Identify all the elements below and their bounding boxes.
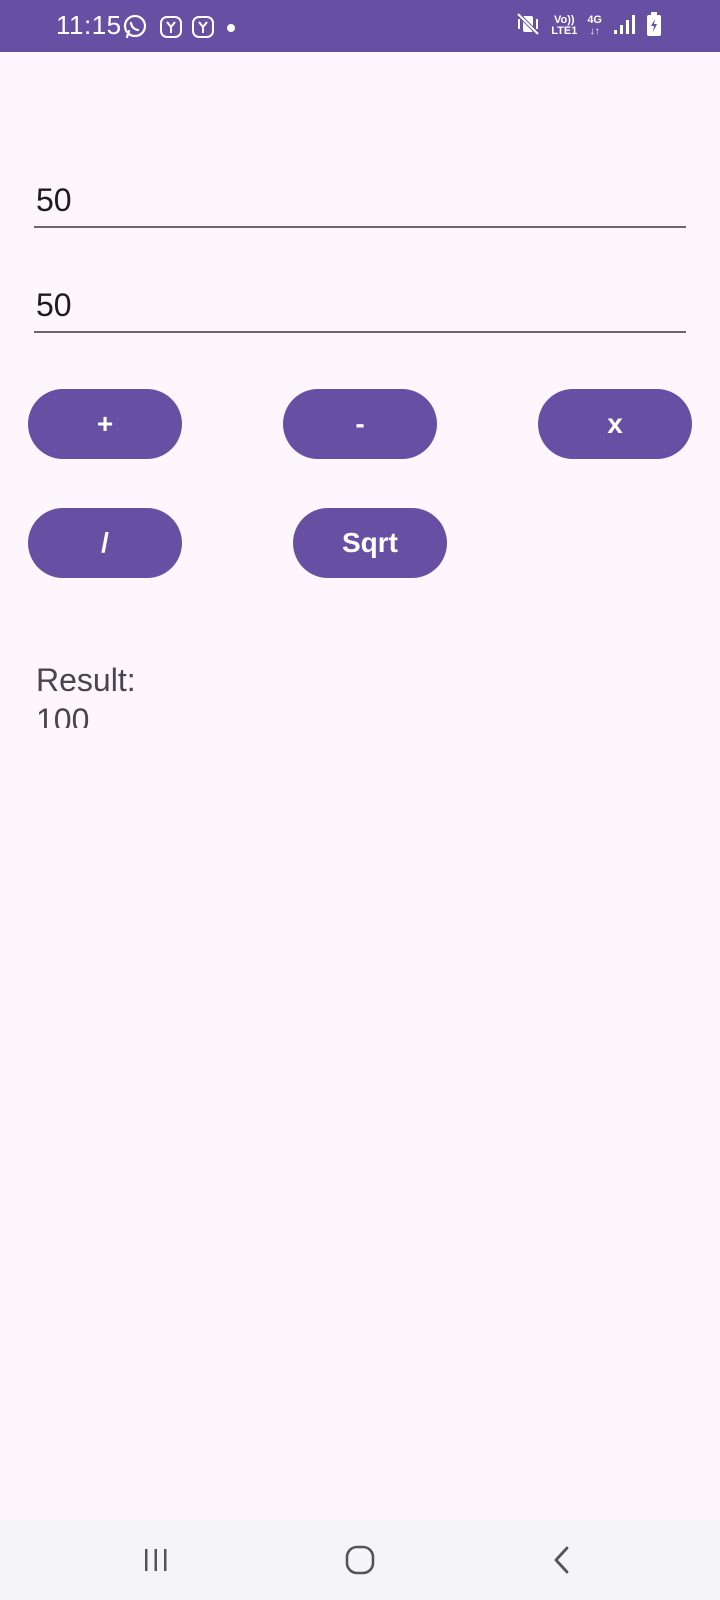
whatsapp-icon (122, 14, 148, 40)
volte-icon: Vo)) LTE1 (551, 15, 577, 37)
divide-button[interactable]: / (28, 508, 182, 578)
data-arrows: ↓↑ (589, 26, 600, 37)
multiply-button[interactable]: x (538, 389, 692, 459)
navigation-bar (0, 1520, 720, 1600)
subtract-button[interactable]: - (283, 389, 437, 459)
network-label: 4G (587, 14, 602, 26)
second-number-field[interactable] (34, 279, 690, 333)
status-right-icons: Vo)) LTE1 4G ↓↑ (515, 10, 662, 42)
back-icon[interactable] (532, 1534, 592, 1586)
recent-apps-icon[interactable] (126, 1534, 186, 1586)
result-label: Result: (36, 662, 136, 698)
first-number-input[interactable] (34, 174, 690, 226)
app-notification-icon (190, 14, 216, 40)
vibrate-mute-icon (515, 11, 541, 42)
add-button[interactable]: + (28, 389, 182, 459)
signal-icon (612, 13, 636, 40)
sqrt-button[interactable]: Sqrt (293, 508, 447, 578)
home-icon[interactable] (330, 1534, 390, 1586)
result-value: 100 (36, 702, 90, 728)
second-number-input[interactable] (34, 279, 690, 331)
app-notification-icon (158, 14, 184, 40)
first-number-field[interactable] (34, 174, 690, 228)
4g-icon: 4G ↓↑ (587, 14, 602, 38)
status-bar: 11:15 Vo)) LTE1 4G ↓↑ (0, 0, 720, 52)
dot-icon (226, 20, 236, 32)
volte-bottom-label: LTE1 (551, 25, 578, 37)
status-time: 11:15 (56, 10, 122, 40)
battery-icon (646, 11, 662, 42)
